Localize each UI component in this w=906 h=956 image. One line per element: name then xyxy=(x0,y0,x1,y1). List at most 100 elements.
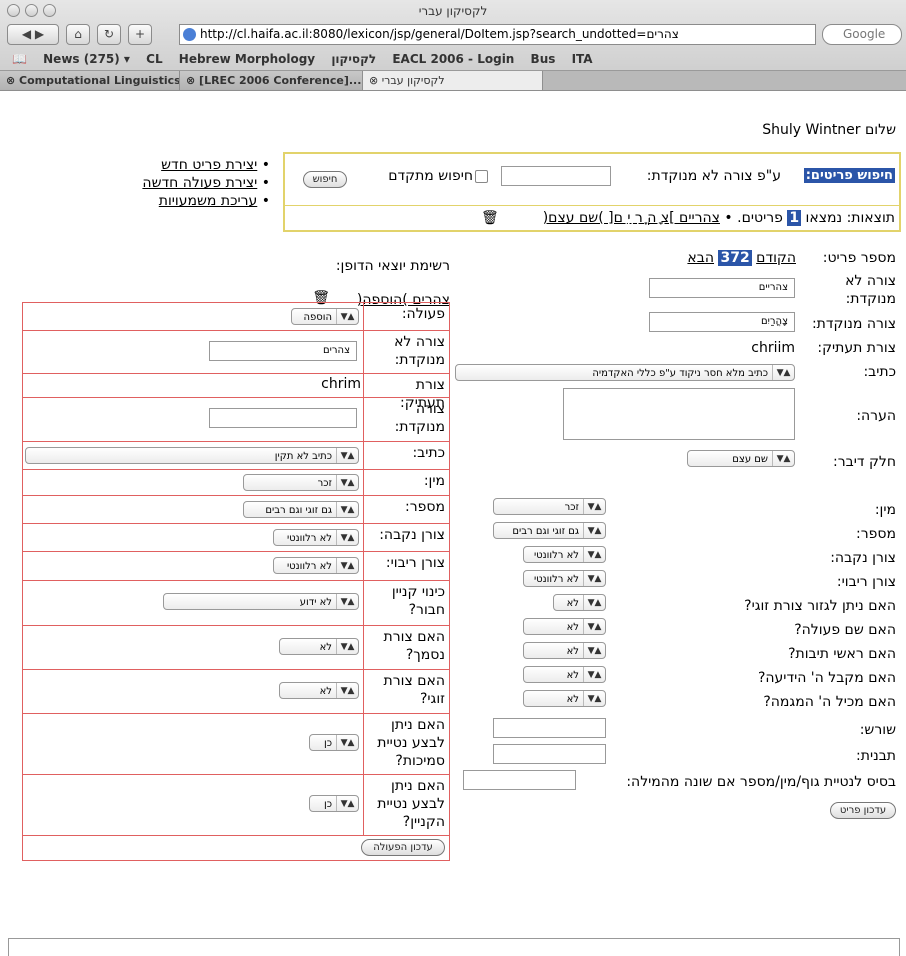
table-row: האם ניתן לבצע נטיית הקניין? כן ▲▼ xyxy=(23,775,449,836)
dual-select[interactable]: לא ▲▼ xyxy=(553,594,606,611)
undotted-input[interactable]: צהריים xyxy=(649,278,795,298)
result-item-link[interactable]: צהריים ]צ ָה ֳר ַי ִם[ )שם עצם( xyxy=(543,210,720,226)
select-arrow-icon: ▲▼ xyxy=(583,499,605,514)
tab-bar: ⊗ Computational Linguistics ⊗ [LREC 2006… xyxy=(0,70,906,90)
table-row: צורה לא מנוקדת: צהרים xyxy=(23,331,449,374)
pattern-input[interactable] xyxy=(493,744,606,764)
zoom-window-button[interactable] xyxy=(43,4,56,17)
exception-transliteration: chrim xyxy=(321,376,361,392)
search-field[interactable]: Google xyxy=(822,24,902,45)
select-arrow-icon: ▲▼ xyxy=(583,523,605,538)
list-item: • עריכת משמעויות xyxy=(158,193,270,209)
home-icon[interactable]: ⌂ xyxy=(66,24,90,45)
exception-dotted-input[interactable] xyxy=(209,408,357,428)
action-select[interactable]: הוספה ▲▼ xyxy=(291,308,359,325)
select-arrow-icon: ▲▼ xyxy=(583,619,605,634)
bookmark-item[interactable]: CL xyxy=(146,52,162,66)
pos-select[interactable]: שם עצם ▲▼ xyxy=(687,450,795,467)
select-arrow-icon: ▲▼ xyxy=(336,735,358,750)
trash-icon[interactable]: 🗑 xyxy=(481,210,499,226)
root-label: שורש: xyxy=(859,722,896,738)
tab-lexicon[interactable]: ⊗ לקסיקון עברי xyxy=(363,71,543,90)
add-bookmark-icon[interactable]: + xyxy=(128,24,152,45)
minimize-window-button[interactable] xyxy=(25,4,38,17)
back-forward-buttons[interactable]: ◀ ▶ xyxy=(7,24,59,45)
select-arrow-icon: ▲▼ xyxy=(336,502,358,517)
spelling-label: כתיב: xyxy=(863,364,896,380)
bookmarks-bar: 📖 News (275) ▾ CL Hebrew Morphology לקסי… xyxy=(0,48,906,70)
item-number-label: מספר פריט: xyxy=(822,250,896,266)
next-link[interactable]: הבא xyxy=(687,250,714,266)
spelling-select[interactable]: כתיב מלא חסר ניקוד ע"פ כללי האקדמיה ▲▼ xyxy=(455,364,795,381)
select-arrow-icon: ▲▼ xyxy=(772,365,794,380)
globe-icon xyxy=(183,28,196,41)
number-label: מספר: xyxy=(856,526,896,542)
exception-number-select[interactable]: גם זוגי וגם רבים ▲▼ xyxy=(243,501,359,518)
reload-icon[interactable]: ↻ xyxy=(97,24,121,45)
close-window-button[interactable] xyxy=(7,4,20,17)
table-row: כתיב: כתיב לא תקין ▲▼ xyxy=(23,442,449,470)
bookmark-item[interactable]: לקסיקון xyxy=(331,52,376,66)
note-textarea[interactable] xyxy=(563,388,795,440)
gender-select[interactable]: זכר ▲▼ xyxy=(493,498,606,515)
url-bar[interactable]: http://cl.haifa.ac.il:8080/lexicon/jsp/g… xyxy=(179,24,816,45)
base-input[interactable] xyxy=(463,770,576,790)
bookmark-item[interactable]: News (275) ▾ xyxy=(43,52,130,66)
select-arrow-icon: ▲▼ xyxy=(583,667,605,682)
table-row: האם ניתן לבצע נטיית סמיכות? כן ▲▼ xyxy=(23,714,449,775)
plural-label: צורן ריבוי: xyxy=(836,574,896,590)
directional-select[interactable]: לא ▲▼ xyxy=(523,690,606,707)
update-action-button[interactable]: עדכון הפעולה xyxy=(361,839,445,856)
tab-lrec[interactable]: ⊗ [LREC 2006 Conference]... xyxy=(180,71,363,90)
dotted-input[interactable]: צָהֳרַיִם xyxy=(649,312,795,332)
bookmark-item[interactable]: Bus xyxy=(531,52,556,66)
select-arrow-icon: ▲▼ xyxy=(336,683,358,698)
feminine-select[interactable]: לא רלוונטי ▲▼ xyxy=(523,546,606,563)
results-row: תוצאות: נמצאו 1 פריטים. • צהריים ]צ ָה ֳ… xyxy=(285,206,899,230)
number-select[interactable]: גם זוגי וגם רבים ▲▼ xyxy=(493,522,606,539)
dual-question: האם ניתן לגזור צורת זוגי? xyxy=(744,598,896,614)
plural-select[interactable]: לא רלוונטי ▲▼ xyxy=(523,570,606,587)
table-row: צורן ריבוי: לא רלוונטי ▲▼ xyxy=(23,552,449,581)
undotted-search-input[interactable] xyxy=(501,166,611,186)
exception-gender-select[interactable]: זכר ▲▼ xyxy=(243,474,359,491)
search-button[interactable]: חיפוש xyxy=(303,171,347,188)
transliteration-label: צורת תעתיק: xyxy=(817,340,896,356)
advanced-search-checkbox[interactable] xyxy=(475,170,488,183)
bookmark-item[interactable]: EACL 2006 - Login xyxy=(392,52,514,66)
select-arrow-icon: ▲▼ xyxy=(336,639,358,654)
root-input[interactable] xyxy=(493,718,606,738)
create-action-link[interactable]: יצירת פעולה חדשה xyxy=(142,175,257,191)
table-row: מין: זכר ▲▼ xyxy=(23,470,449,496)
exception-plural-select[interactable]: לא רלוונטי ▲▼ xyxy=(273,557,359,574)
table-row: צורן נקבה: לא רלוונטי ▲▼ xyxy=(23,524,449,552)
table-row: האם צורת נסמך? לא ▲▼ xyxy=(23,626,449,670)
definite-select[interactable]: לא ▲▼ xyxy=(523,666,606,683)
bookmarks-icon[interactable]: 📖 xyxy=(12,52,27,66)
search-box: חיפוש פריטים: ע"פ צורה לא מנוקדת: חיפוש … xyxy=(283,152,901,232)
exception-spelling-select[interactable]: כתיב לא תקין ▲▼ xyxy=(25,447,359,464)
action-noun-select[interactable]: לא ▲▼ xyxy=(523,618,606,635)
table-row: צורה מנוקדת: xyxy=(23,398,449,442)
previous-link[interactable]: הקודם xyxy=(756,250,796,266)
possessive-select[interactable]: לא ידוע ▲▼ xyxy=(163,593,359,610)
bookmark-item[interactable]: ITA xyxy=(572,52,593,66)
acronym-select[interactable]: לא ▲▼ xyxy=(523,642,606,659)
update-item-button[interactable]: עדכון פריט xyxy=(830,802,896,819)
select-arrow-icon: ▲▼ xyxy=(583,691,605,706)
create-item-link[interactable]: יצירת פריט חדש xyxy=(161,157,257,173)
undotted-label: צורה לא מנוקדת: xyxy=(845,273,896,307)
page-content: שלום Shuly Wintner • יצירת פריט חדש • יצ… xyxy=(0,112,906,956)
construct-inflection-select[interactable]: כן ▲▼ xyxy=(309,734,359,751)
exception-feminine-select[interactable]: לא רלוונטי ▲▼ xyxy=(273,529,359,546)
exception-undotted-input[interactable]: צהרים xyxy=(209,341,357,361)
tab-computational-linguistics[interactable]: ⊗ Computational Linguistics xyxy=(0,71,180,90)
edit-meanings-link[interactable]: עריכת משמעויות xyxy=(159,193,258,209)
base-label: בסיס לנטיית גוף/מין/מספר אם שונה מהמילה: xyxy=(626,774,896,790)
window-controls[interactable] xyxy=(7,4,56,17)
possessive-inflection-select[interactable]: כן ▲▼ xyxy=(309,795,359,812)
construct-select[interactable]: לא ▲▼ xyxy=(279,638,359,655)
dual-form-select[interactable]: לא ▲▼ xyxy=(279,682,359,699)
bookmark-item[interactable]: Hebrew Morphology xyxy=(179,52,315,66)
table-row: האם צורת זוגי? לא ▲▼ xyxy=(23,670,449,714)
